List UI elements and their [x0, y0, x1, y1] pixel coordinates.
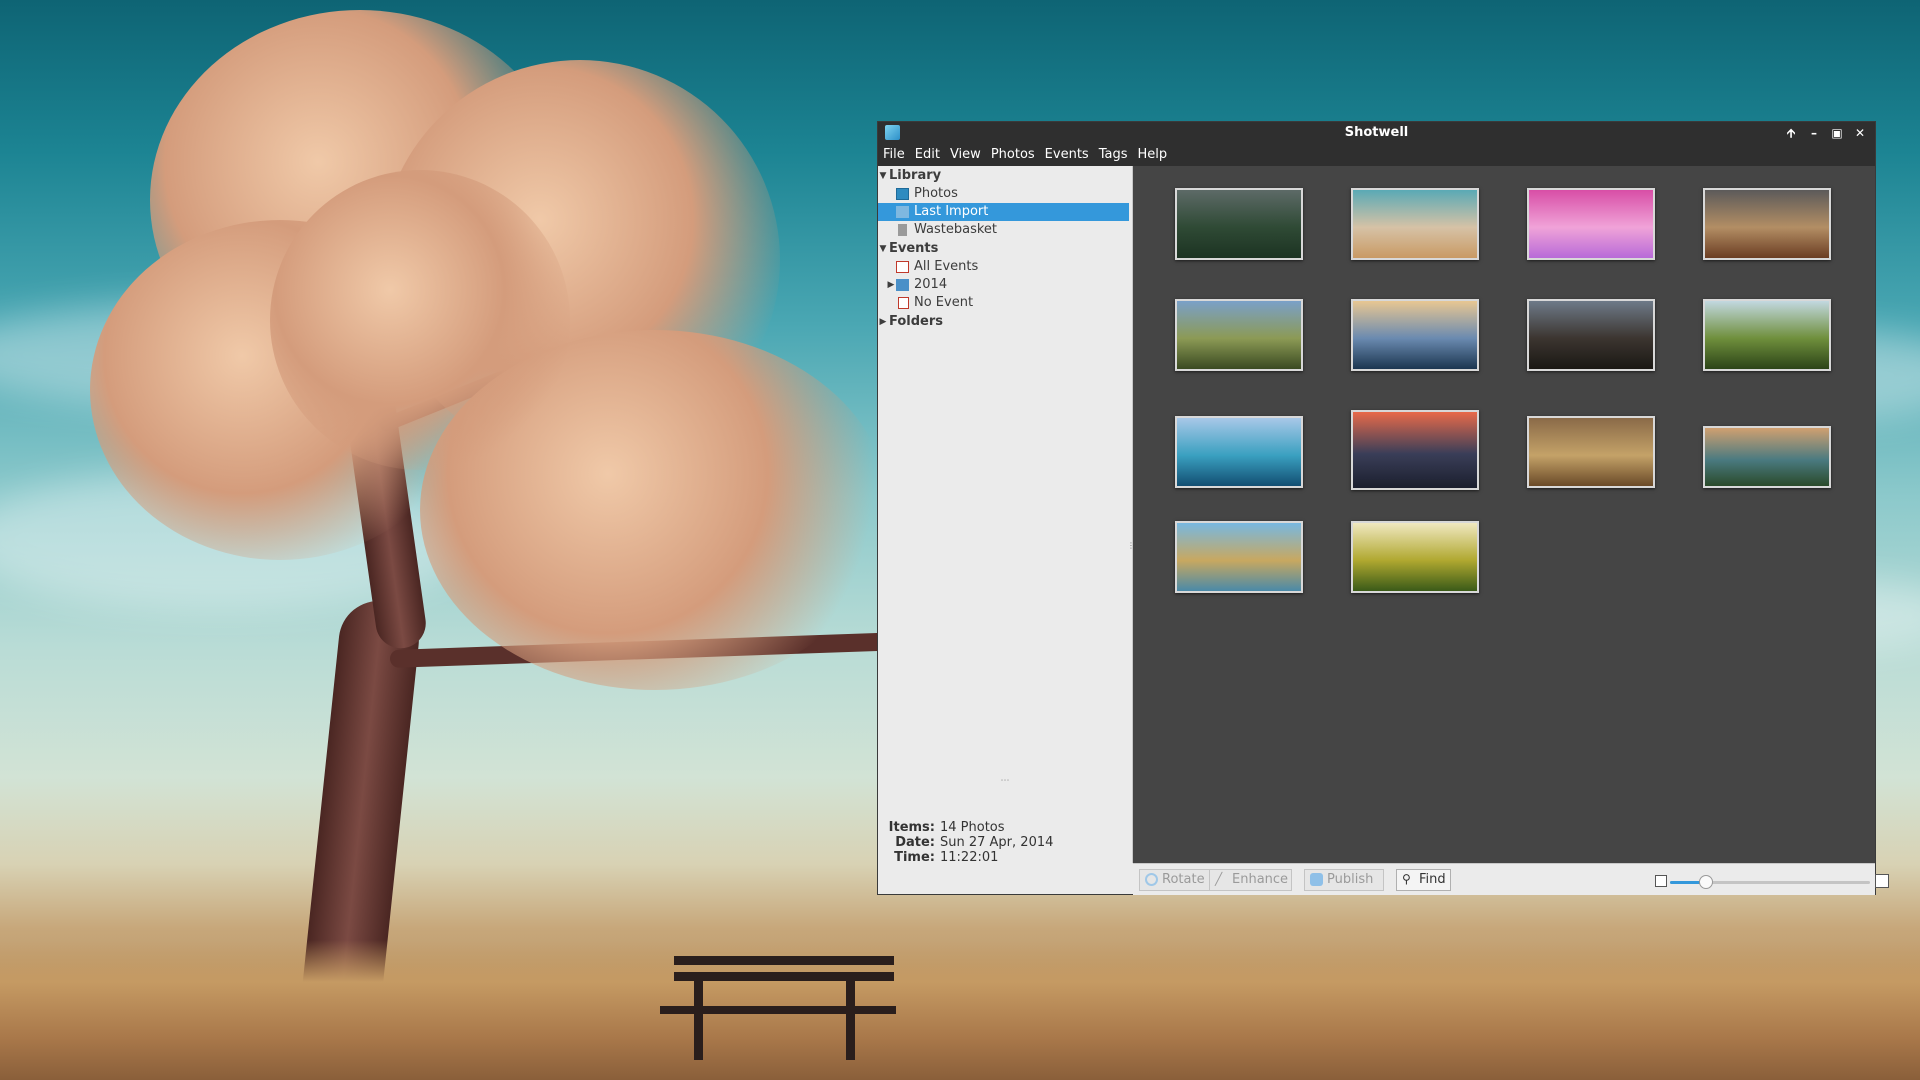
maximize-icon[interactable]: ▣ — [1828, 124, 1846, 142]
expander-open-icon[interactable]: ▼ — [878, 167, 888, 185]
photo-thumbnail-green-valley[interactable] — [1703, 299, 1831, 371]
folders-label: Folders — [889, 314, 944, 329]
sidebar-item-wastebasket[interactable]: Wastebasket — [878, 221, 1129, 239]
window-title: Shotwell — [1344, 125, 1409, 140]
date-value: Sun 27 Apr, 2014 — [940, 835, 1054, 850]
menu-tags[interactable]: Tags — [1094, 144, 1133, 166]
zoom-slider-knob[interactable] — [1699, 875, 1713, 889]
sidebar-item-no-event[interactable]: No Event — [878, 294, 1129, 312]
sidebar-item-label: 2014 — [914, 277, 948, 292]
events-label: Events — [889, 241, 939, 256]
sidebar-item-label: Last Import — [914, 204, 989, 219]
photo-thumbnail-misty-forest[interactable] — [1175, 188, 1303, 260]
calendar-icon — [898, 297, 909, 309]
shotwell-window: Shotwell 🡩 – ▣ ✕ File Edit View Photos Event… — [877, 121, 1889, 895]
date-label: Date: — [895, 835, 935, 850]
expander-open-icon[interactable]: ▼ — [878, 240, 888, 258]
photo-thumbnail-golden-meadow[interactable] — [1351, 521, 1479, 593]
close-icon[interactable]: ✕ — [1851, 124, 1869, 142]
time-value: 11:22:01 — [940, 850, 999, 865]
menu-edit[interactable]: Edit — [910, 144, 945, 166]
items-value: 14 Photos — [940, 820, 1005, 835]
magic-wand-icon: ╱ — [1215, 872, 1223, 886]
folder-icon — [896, 279, 909, 291]
publish-button[interactable]: Publish — [1304, 869, 1384, 891]
sidebar-item-label: Photos — [914, 186, 958, 201]
photo-thumbnail-desert-storm[interactable] — [1527, 416, 1655, 488]
photo-thumbnail-tree-bench[interactable] — [1351, 188, 1479, 260]
photo-thumbnail-colorful-droplets[interactable] — [1527, 188, 1655, 260]
bench-back — [674, 972, 894, 981]
sidebar-item-label: Wastebasket — [914, 222, 998, 237]
menu-bar: File Edit View Photos Events Tags Help — [878, 144, 1875, 166]
time-label: Time: — [894, 850, 935, 865]
tree-foliage — [270, 170, 570, 470]
keep-above-icon[interactable]: 🡩 — [1782, 124, 1800, 142]
expander-closed-icon[interactable]: ▶ — [886, 276, 896, 294]
find-label: Find — [1419, 872, 1446, 887]
photo-info-panel: Items: 14 Photos Date: Sun 27 Apr, 2014 Ti… — [885, 820, 1054, 865]
sidebar-item-label: No Event — [914, 295, 974, 310]
import-icon — [896, 206, 909, 218]
library-label: Library — [889, 168, 942, 183]
photo-thumbnail-alpine-reflection[interactable] — [1175, 521, 1303, 593]
sidebar-item-photos[interactable]: Photos — [878, 185, 1129, 203]
bench-leg — [694, 980, 703, 1060]
calendar-stack-icon — [896, 261, 909, 273]
sidebar: ▼ Library Photos Last Import Wastebasket… — [878, 166, 1133, 865]
trash-icon — [898, 224, 907, 236]
photo-thumbnail-waterfall[interactable] — [1175, 299, 1303, 371]
menu-photos[interactable]: Photos — [986, 144, 1040, 166]
zoom-out-icon[interactable] — [1655, 875, 1667, 887]
photo-thumbnail-stormy-cliff[interactable] — [1527, 299, 1655, 371]
photo-thumbnail-rocky-shore[interactable] — [1351, 299, 1479, 371]
photo-thumbnail-city-skyline[interactable] — [1351, 410, 1479, 490]
rotate-label: Rotate — [1162, 872, 1205, 887]
menu-events[interactable]: Events — [1040, 144, 1094, 166]
find-button[interactable]: ⚲ Find — [1396, 869, 1451, 891]
menu-view[interactable]: View — [945, 144, 986, 166]
sidebar-folders-header[interactable]: ▶ Folders — [878, 313, 1129, 331]
publish-icon — [1310, 873, 1323, 886]
sidebar-item-last-import[interactable]: Last Import — [878, 203, 1129, 221]
photo-thumbnail-river-valley[interactable] — [1703, 426, 1831, 488]
photo-thumbnail-canyon-sunset[interactable] — [1703, 188, 1831, 260]
rotate-icon — [1145, 873, 1158, 886]
menu-file[interactable]: File — [878, 144, 910, 166]
expander-closed-icon[interactable]: ▶ — [878, 313, 888, 331]
minimize-icon[interactable]: – — [1805, 124, 1823, 142]
enhance-button[interactable]: ╱ Enhance — [1209, 869, 1292, 891]
sidebar-item-label: All Events — [914, 259, 979, 274]
pane-resize-handle[interactable]: ⋮ — [1127, 541, 1135, 550]
photos-icon — [896, 188, 909, 200]
photo-thumbnail-mountain-lake[interactable] — [1175, 416, 1303, 488]
menu-help[interactable]: Help — [1132, 144, 1172, 166]
zoom-in-icon[interactable] — [1875, 874, 1889, 888]
publish-label: Publish — [1327, 872, 1374, 887]
field-ground — [0, 940, 1920, 1080]
sidebar-item-2014[interactable]: ▶ 2014 — [878, 276, 1129, 294]
sidebar-library-header[interactable]: ▼ Library — [878, 167, 1129, 185]
sidebar-events-header[interactable]: ▼ Events — [878, 240, 1129, 258]
enhance-label: Enhance — [1232, 872, 1289, 887]
bench-back — [674, 956, 894, 965]
pane-grip-icon[interactable]: ⋯ — [878, 776, 1132, 786]
bottom-toolbar: Rotate ╱ Enhance Publish ⚲ Find — [1133, 863, 1889, 895]
search-icon: ⚲ — [1402, 872, 1411, 886]
items-label: Items: — [888, 820, 935, 835]
photo-grid: ⋮ — [1127, 166, 1875, 863]
title-bar[interactable]: Shotwell 🡩 – ▣ ✕ — [878, 122, 1875, 144]
sidebar-item-all-events[interactable]: All Events — [878, 258, 1129, 276]
bench-leg — [846, 980, 855, 1060]
rotate-button[interactable]: Rotate — [1139, 869, 1211, 891]
